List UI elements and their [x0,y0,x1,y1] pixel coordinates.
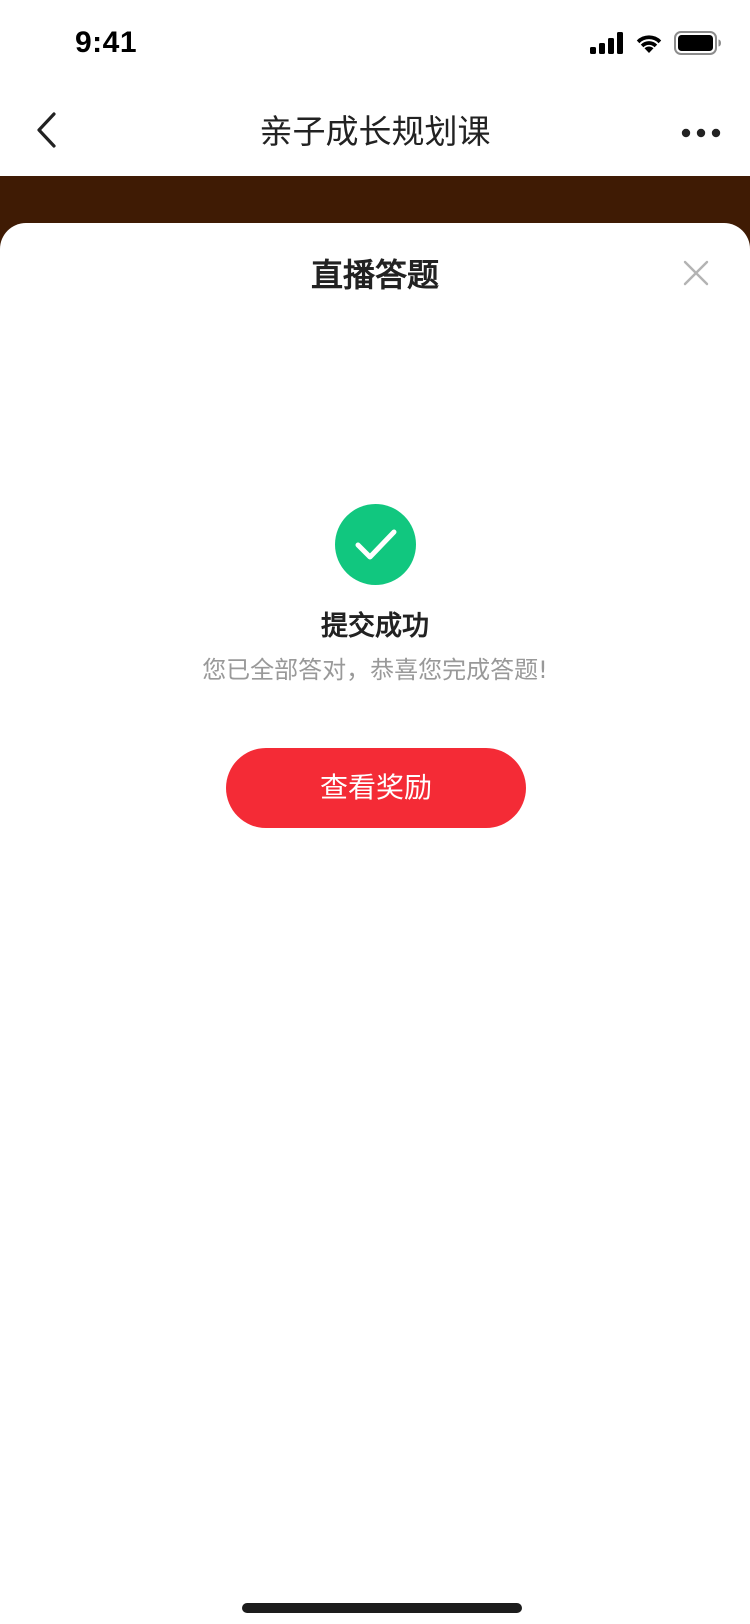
close-button[interactable] [676,255,716,295]
chevron-left-icon [34,112,58,152]
screen: 9:41 亲子成长规划课 直播答题 提交成功 您已全部答对，恭喜您完成答题! 查… [0,0,750,1624]
home-indicator [242,1603,522,1613]
more-dots-icon [681,123,721,142]
cellular-signal-icon [590,32,624,58]
view-reward-button[interactable]: 查看奖励 [226,748,526,828]
status-bar: 9:41 [0,0,750,88]
page-title: 亲子成长规划课 [259,112,491,151]
quiz-sheet: 直播答题 提交成功 您已全部答对，恭喜您完成答题! 查看奖励 [0,223,750,1624]
nav-bar: 亲子成长规划课 [0,88,750,176]
back-button[interactable] [24,110,68,154]
wifi-icon [634,32,664,58]
sheet-title: 直播答题 [310,256,439,294]
more-button[interactable] [674,110,728,154]
check-circle-icon [335,504,416,585]
close-icon [682,259,710,291]
battery-icon [674,31,722,59]
status-icons [590,31,722,59]
success-description: 您已全部答对，恭喜您完成答题! [202,656,548,684]
success-title: 提交成功 [321,611,429,642]
status-time: 9:41 [75,26,138,59]
